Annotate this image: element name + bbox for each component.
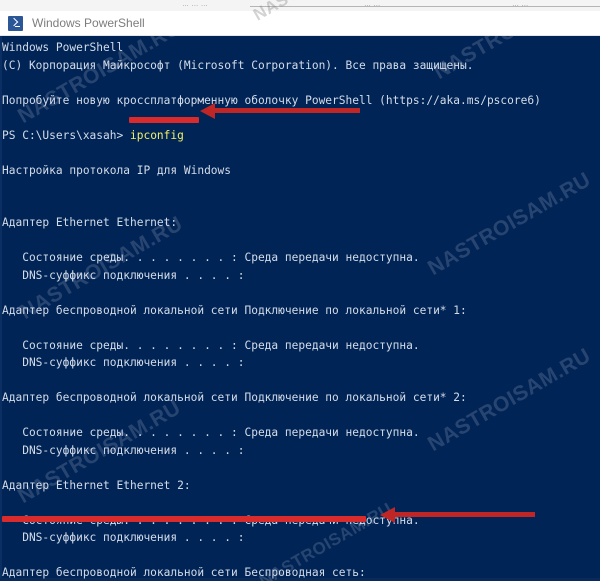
console-line-text: Адаптер беспроводной локальной сети Подк…: [2, 391, 467, 404]
background-divider: [250, 6, 600, 7]
console-line: DNS-суффикс подключения . . . . :: [2, 267, 600, 285]
console-line: Адаптер Ethernet Ethernet 2:: [2, 477, 600, 495]
console-command: ipconfig: [129, 128, 184, 142]
powershell-icon: [8, 15, 23, 31]
console-line: Состояние среды. . . . . . . . : Среда п…: [2, 512, 600, 530]
console-line: DNS-суффикс подключения . . . . :: [2, 529, 600, 547]
console-line: Попробуйте новую кроссплатформенную обол…: [2, 92, 600, 110]
console-line: DNS-суффикс подключения . . . . :: [2, 354, 600, 372]
console-line: Адаптер Ethernet Ethernet:: [2, 214, 600, 232]
console-output: Windows PowerShell (C) Корпорация Майкрос…: [0, 36, 600, 581]
console-line-text: Попробуйте новую кроссплатформенную обол…: [2, 93, 541, 107]
console-line: Адаптер беспроводной локальной сети Подк…: [2, 302, 600, 320]
console-surface[interactable]: Windows PowerShell (C) Корпорация Майкрос…: [0, 36, 600, 581]
console-line-text: DNS-суффикс подключения . . . . :: [2, 443, 245, 457]
console-line: DNS-суффикс подключения . . . . :: [2, 442, 600, 460]
console-line: PS C:\Users\xasah> ipconfig: [2, 127, 600, 145]
window-titlebar[interactable]: Windows PowerShell: [0, 11, 600, 36]
console-line-text: DNS-суффикс подключения . . . . :: [2, 356, 245, 369]
console-line: Windows PowerShell: [2, 39, 600, 57]
console-line-text: Windows PowerShell: [2, 41, 124, 54]
console-line: Состояние среды. . . . . . . . : Среда п…: [2, 249, 600, 267]
console-prompt: PS C:\Users\xasah>: [2, 128, 130, 142]
console-line-text: Адаптер беспроводной локальной сети Бесп…: [2, 566, 366, 579]
console-line: Настройка протокола IP для Windows: [2, 162, 600, 180]
console-line-text: Состояние среды. . . . . . . . : Среда п…: [2, 513, 420, 527]
console-line-text: Адаптер Ethernet Ethernet:: [2, 216, 178, 229]
console-line-text: (C) Корпорация Майкрософт (Microsoft Cor…: [2, 58, 474, 72]
screenshot-root: … … … … … … … Windows PowerShell Windows…: [0, 0, 600, 581]
console-line-text: Состояние среды. . . . . . . . : Среда п…: [2, 338, 420, 352]
console-line-text: Адаптер Ethernet Ethernet 2:: [2, 478, 191, 492]
console-line: Адаптер беспроводной локальной сети Подк…: [2, 389, 600, 407]
background-ghost-text-1: … … …: [182, 1, 208, 8]
console-line-text: Адаптер беспроводной локальной сети Подк…: [2, 303, 467, 317]
console-line-text: DNS-суффикс подключения . . . . :: [2, 531, 245, 544]
window-title: Windows PowerShell: [32, 16, 145, 30]
console-line-text: DNS-суффикс подключения . . . . :: [2, 268, 245, 282]
console-line: Состояние среды. . . . . . . . : Среда п…: [2, 424, 600, 442]
console-line-text: Состояние среды. . . . . . . . : Среда п…: [2, 426, 420, 439]
console-line: Адаптер беспроводной локальной сети Бесп…: [2, 564, 600, 581]
console-line-text: Состояние среды. . . . . . . . : Среда п…: [2, 251, 420, 264]
console-line: Состояние среды. . . . . . . . : Среда п…: [2, 337, 600, 355]
console-line-text: Настройка протокола IP для Windows: [2, 163, 232, 177]
console-line: (C) Корпорация Майкрософт (Microsoft Cor…: [2, 57, 600, 75]
